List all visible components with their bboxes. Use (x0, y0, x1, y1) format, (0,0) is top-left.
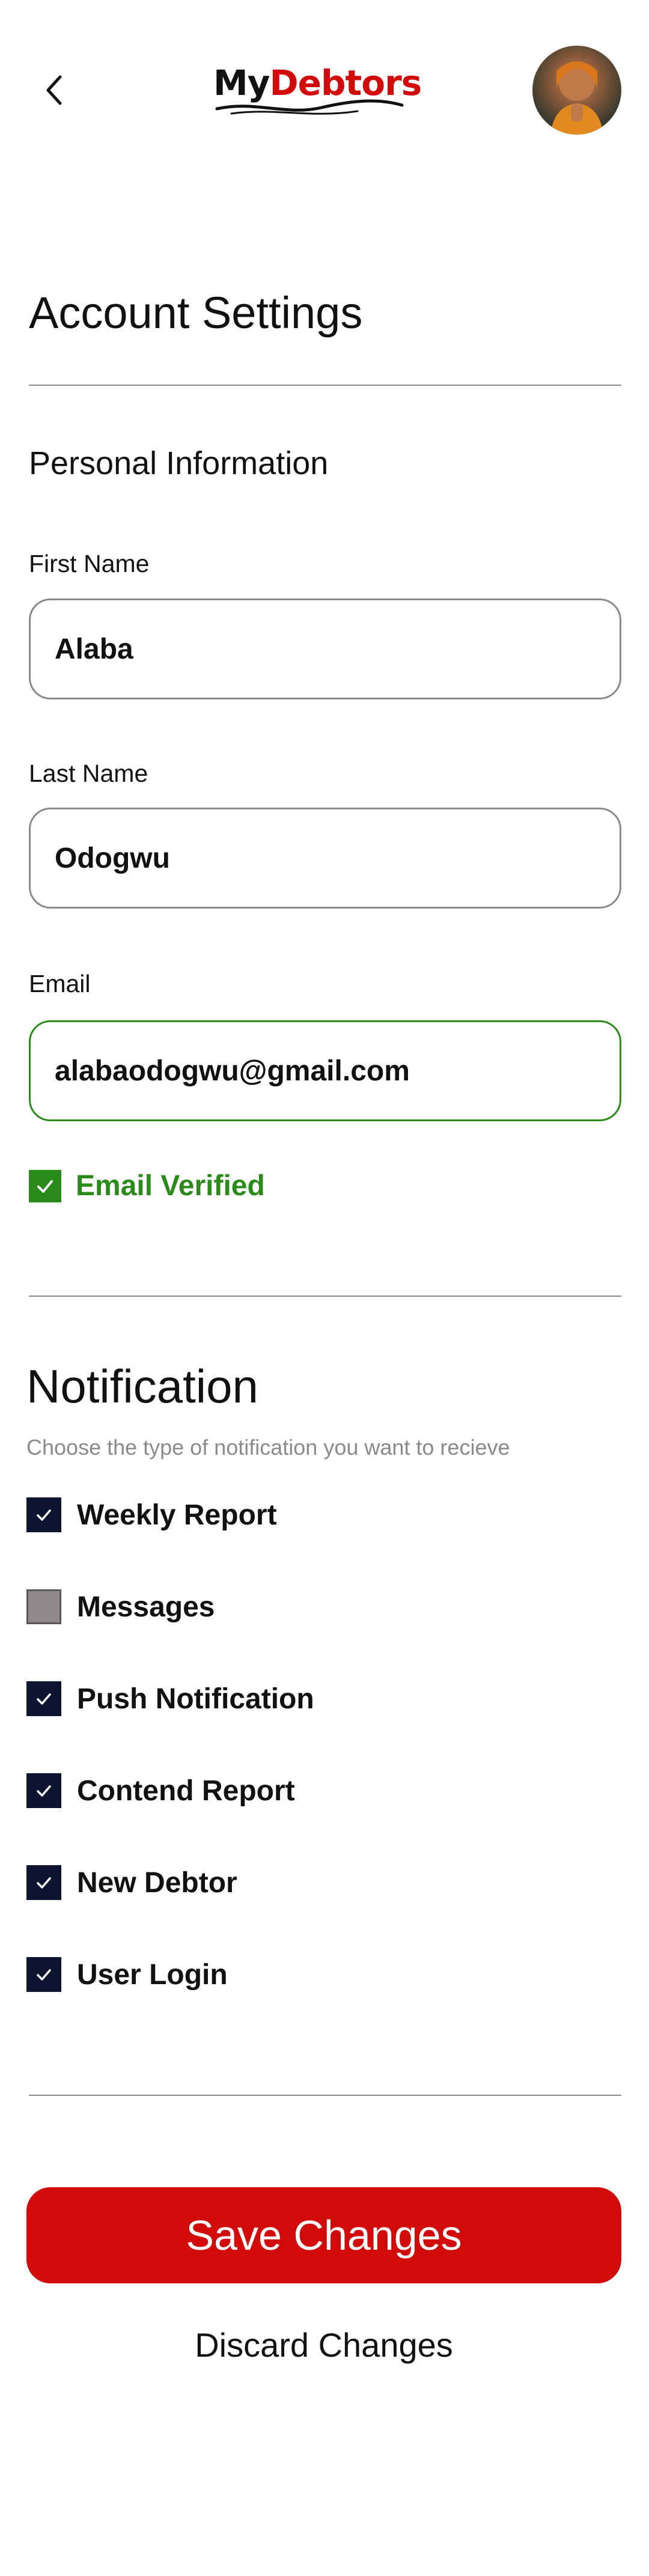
page-title: Account Settings (29, 288, 363, 338)
checkbox-unchecked-icon (26, 1589, 61, 1624)
checkbox-weekly-report[interactable]: Weekly Report (26, 1497, 277, 1532)
checkbox-checked-icon (26, 1681, 61, 1716)
checkbox-checked-icon (26, 1497, 61, 1532)
checkbox-label: Weekly Report (77, 1499, 277, 1531)
email-verified-text: Email Verified (76, 1170, 265, 1202)
checkbox-label: New Debtor (77, 1866, 237, 1899)
chevron-left-icon (46, 75, 62, 105)
email-label: Email (29, 970, 91, 997)
email-verified-row: Email Verified (29, 1169, 265, 1202)
section-title-personal-information: Personal Information (29, 445, 329, 481)
checkbox-label: Contend Report (77, 1774, 295, 1807)
checkbox-checked-icon (26, 1957, 61, 1992)
avatar[interactable] (532, 46, 621, 135)
user-avatar-icon (550, 61, 603, 135)
logo-text-my: My (213, 62, 270, 103)
save-changes-button[interactable]: Save Changes (26, 2187, 621, 2283)
checkbox-push-notification[interactable]: Push Notification (26, 1681, 314, 1716)
first-name-label: First Name (29, 550, 150, 577)
logo-swoosh (215, 99, 404, 115)
email-field[interactable] (29, 1020, 621, 1121)
app-logo: MyDebtors (213, 62, 422, 117)
divider (29, 2095, 621, 2096)
checkbox-checked-icon (26, 1773, 61, 1808)
logo-text-debtors: Debtors (269, 62, 422, 103)
checkbox-checked-icon (26, 1865, 61, 1900)
checkbox-label: User Login (77, 1958, 228, 1991)
divider (29, 385, 621, 386)
checkbox-label: Messages (77, 1591, 215, 1623)
discard-changes-button[interactable]: Discard Changes (26, 2315, 621, 2375)
divider (29, 1296, 621, 1297)
checkbox-label: Push Notification (77, 1682, 314, 1715)
last-name-label: Last Name (29, 760, 148, 787)
checkbox-user-login[interactable]: User Login (26, 1957, 228, 1992)
last-name-field[interactable] (29, 808, 621, 909)
first-name-field[interactable] (29, 598, 621, 699)
notification-subtitle: Choose the type of notification you want… (26, 1435, 510, 1460)
verified-check-icon (29, 1169, 61, 1202)
back-button[interactable] (24, 60, 84, 120)
checkbox-new-debtor[interactable]: New Debtor (26, 1865, 237, 1900)
checkbox-messages[interactable]: Messages (26, 1589, 215, 1624)
section-title-notification: Notification (26, 1360, 258, 1413)
checkbox-contend-report[interactable]: Contend Report (26, 1773, 295, 1808)
